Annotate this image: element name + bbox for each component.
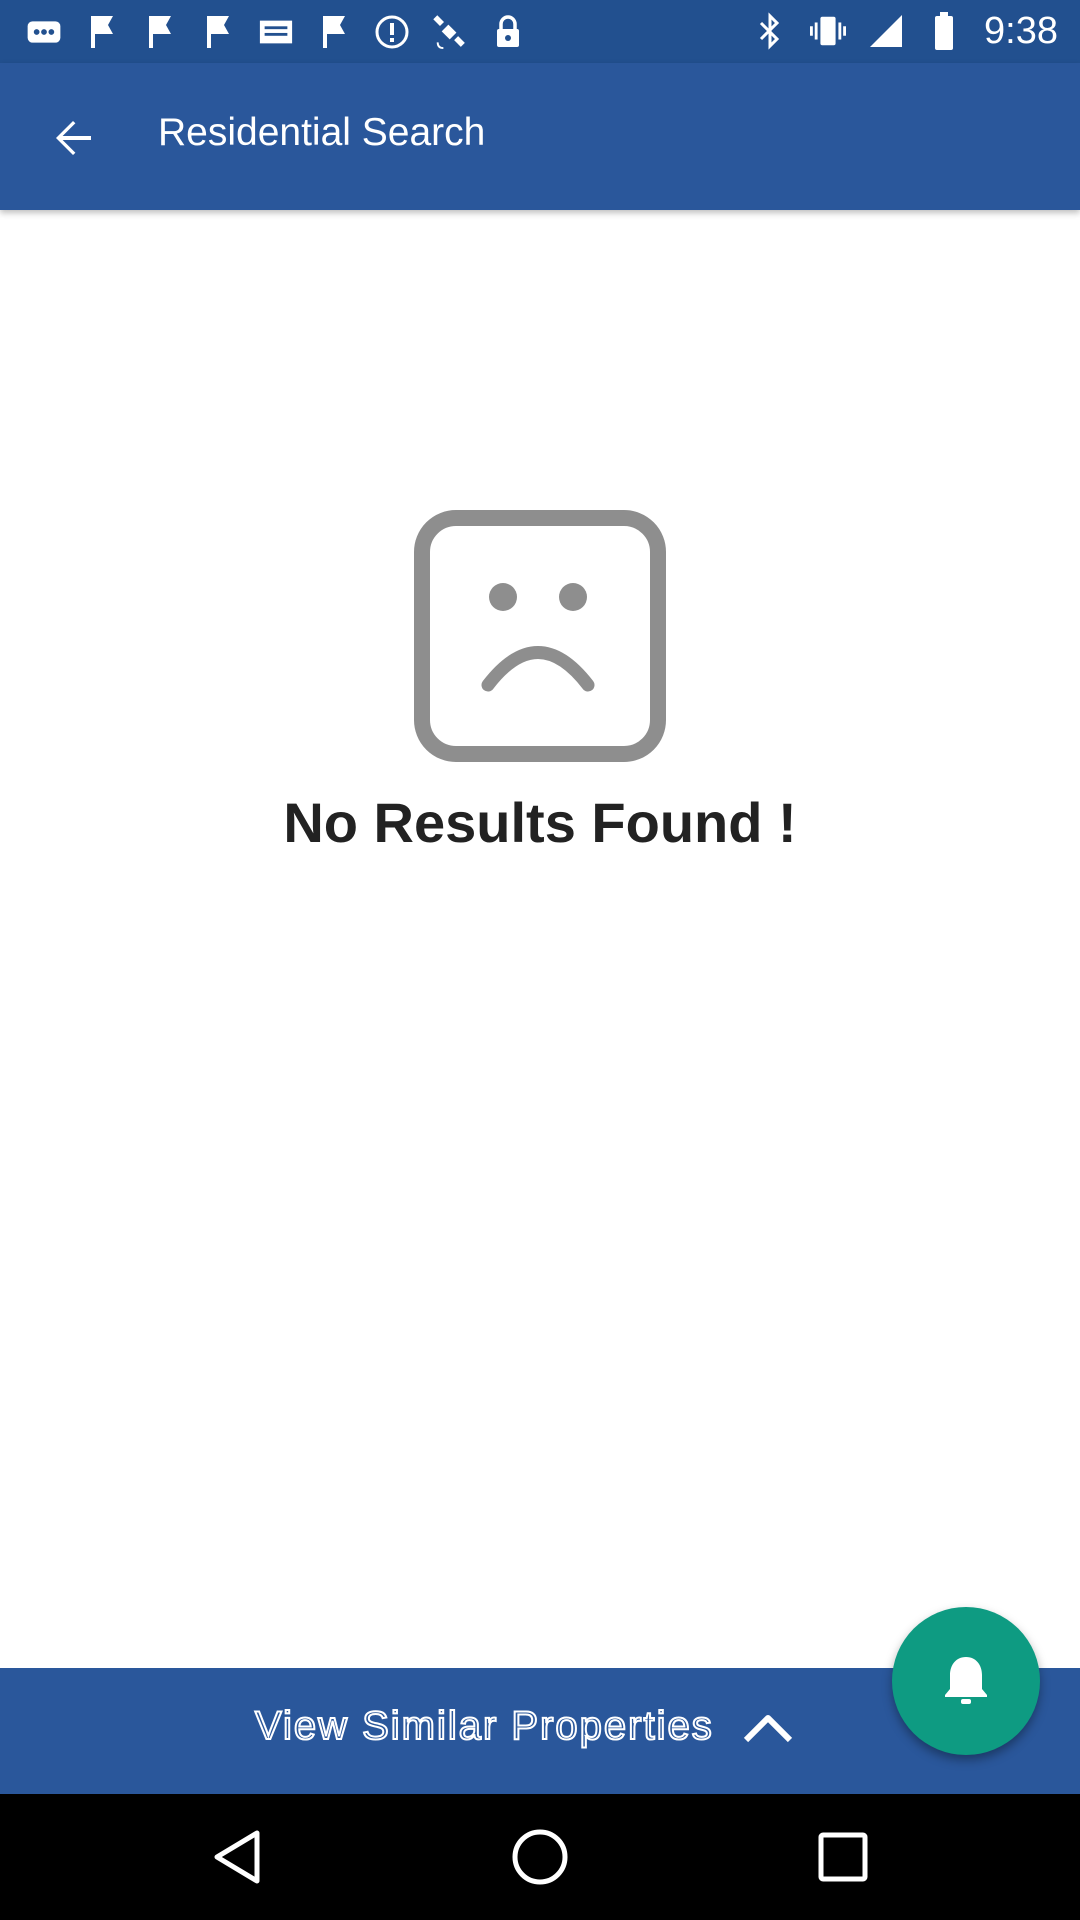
system-icons: 9:38 <box>752 8 1058 54</box>
alert-icon <box>374 14 410 50</box>
more-icon <box>26 14 62 50</box>
mail-icon <box>258 14 294 50</box>
notification-icons <box>26 10 526 54</box>
status-time: 9:38 <box>984 9 1058 52</box>
lock-icon <box>490 14 526 50</box>
chevron-up-icon <box>742 1710 794 1744</box>
vibrate-icon <box>810 13 847 49</box>
page-title: Residential Search <box>158 111 486 154</box>
flag-icon <box>84 14 120 50</box>
bell-icon <box>945 1657 987 1704</box>
battery-icon <box>926 12 962 50</box>
view-similar-properties-content: View Similar Properties <box>254 1703 794 1749</box>
back-button[interactable] <box>38 103 108 173</box>
no-results-message: No Results Found ! <box>283 791 797 854</box>
flag-icon <box>200 14 236 50</box>
app-bar: Residential Search <box>0 63 1080 210</box>
flag-icon <box>316 14 352 50</box>
sad-face-icon <box>414 510 666 762</box>
bluetooth-icon <box>752 12 788 50</box>
home-circle-icon <box>512 1829 568 1885</box>
satellite-icon <box>432 14 468 50</box>
flag-icon <box>142 14 178 50</box>
signal-icon <box>868 13 904 49</box>
nav-recents-button[interactable] <box>808 1822 878 1892</box>
screen: 9:38 Residential Search No Results Found… <box>0 0 1080 1920</box>
recents-square-icon <box>818 1832 868 1882</box>
back-triangle-icon <box>214 1830 260 1884</box>
nav-home-button[interactable] <box>505 1822 575 1892</box>
navigation-bar <box>0 1794 1080 1920</box>
nav-back-button[interactable] <box>202 1822 272 1892</box>
status-bar: 9:38 <box>0 0 1080 63</box>
view-similar-properties-label: View Similar Properties <box>254 1703 714 1749</box>
notification-alert-button[interactable] <box>892 1607 1040 1755</box>
arrow-back-icon <box>56 121 91 155</box>
